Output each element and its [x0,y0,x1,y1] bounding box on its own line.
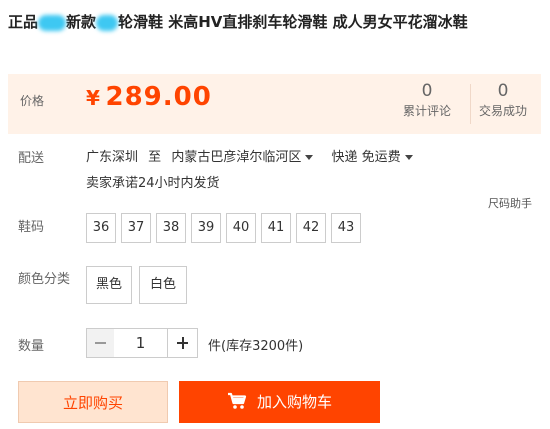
title-part-1: 正品 [8,13,39,31]
deals-count: 0 [497,81,509,101]
destination-text: 内蒙古巴彦淖尔临河区 [171,150,302,165]
size-option-37[interactable]: 37 [121,213,151,243]
price-value: ¥ 289.00 [86,82,212,112]
size-label: 鞋码 [18,220,45,235]
shipping-method-select[interactable]: 快递 免运费 [331,146,416,165]
size-option-42[interactable]: 42 [296,213,326,243]
color-option-black[interactable]: 黑色 [86,266,132,304]
quantity-increment-button[interactable] [167,328,198,358]
quantity-input[interactable]: 1 [114,328,167,358]
size-helper-link[interactable]: 尺码助手 [488,195,532,211]
cart-icon [227,392,247,409]
ship-from: 广东深圳 [86,150,139,165]
product-title: 正品 新款 轮滑鞋 米高HV直排刹车轮滑鞋 成人男女平花溜冰鞋 [8,10,538,34]
size-option-40[interactable]: 40 [226,213,256,243]
size-option-41[interactable]: 41 [261,213,291,243]
size-option-38[interactable]: 38 [156,213,186,243]
chevron-down-icon [404,155,413,160]
destination-select[interactable]: 内蒙古巴彦淖尔临河区 [171,146,317,165]
price-number: 289.00 [105,82,212,112]
size-option-36[interactable]: 36 [86,213,116,243]
reviews-stat[interactable]: 0 累计评论 [394,80,460,120]
size-option-39[interactable]: 39 [191,213,221,243]
add-to-cart-label: 加入购物车 [256,393,332,411]
title-part-2: 新款 [66,13,97,31]
price-panel: 价格 ¥ 289.00 0 累计评论 0 交易成功 [8,74,541,134]
deals-label: 交易成功 [478,104,527,118]
reviews-count: 0 [421,81,433,101]
shipping-method-text: 快递 免运费 [331,150,401,165]
quantity-decrement-button[interactable] [86,328,115,358]
price-label: 价格 [20,94,45,108]
color-label: 颜色分类 [18,272,71,287]
color-option-white[interactable]: 白色 [139,266,187,304]
stock-text: 件(库存3200件) [208,339,304,354]
shipping-label: 配送 [18,151,45,166]
redacted-mark [38,14,67,31]
buy-now-button[interactable]: 立即购买 [18,381,168,423]
reviews-label: 累计评论 [402,104,451,118]
add-to-cart-button[interactable]: 加入购物车 [179,381,380,423]
quantity-label: 数量 [18,339,45,354]
size-option-43[interactable]: 43 [331,213,361,243]
chevron-down-icon [305,155,314,160]
currency-symbol: ¥ [86,86,100,110]
title-part-3: 轮滑鞋 米高HV直排刹车轮滑鞋 成人男女平花溜冰鞋 [118,13,468,31]
deals-stat: 0 交易成功 [470,80,536,120]
ship-to-word: 至 [148,150,162,165]
delivery-promise: 卖家承诺24小时内发货 [86,176,220,191]
redacted-mark [96,14,119,31]
shipping-line: 广东深圳 至 内蒙古巴彦淖尔临河区 快递 免运费 [86,146,417,165]
